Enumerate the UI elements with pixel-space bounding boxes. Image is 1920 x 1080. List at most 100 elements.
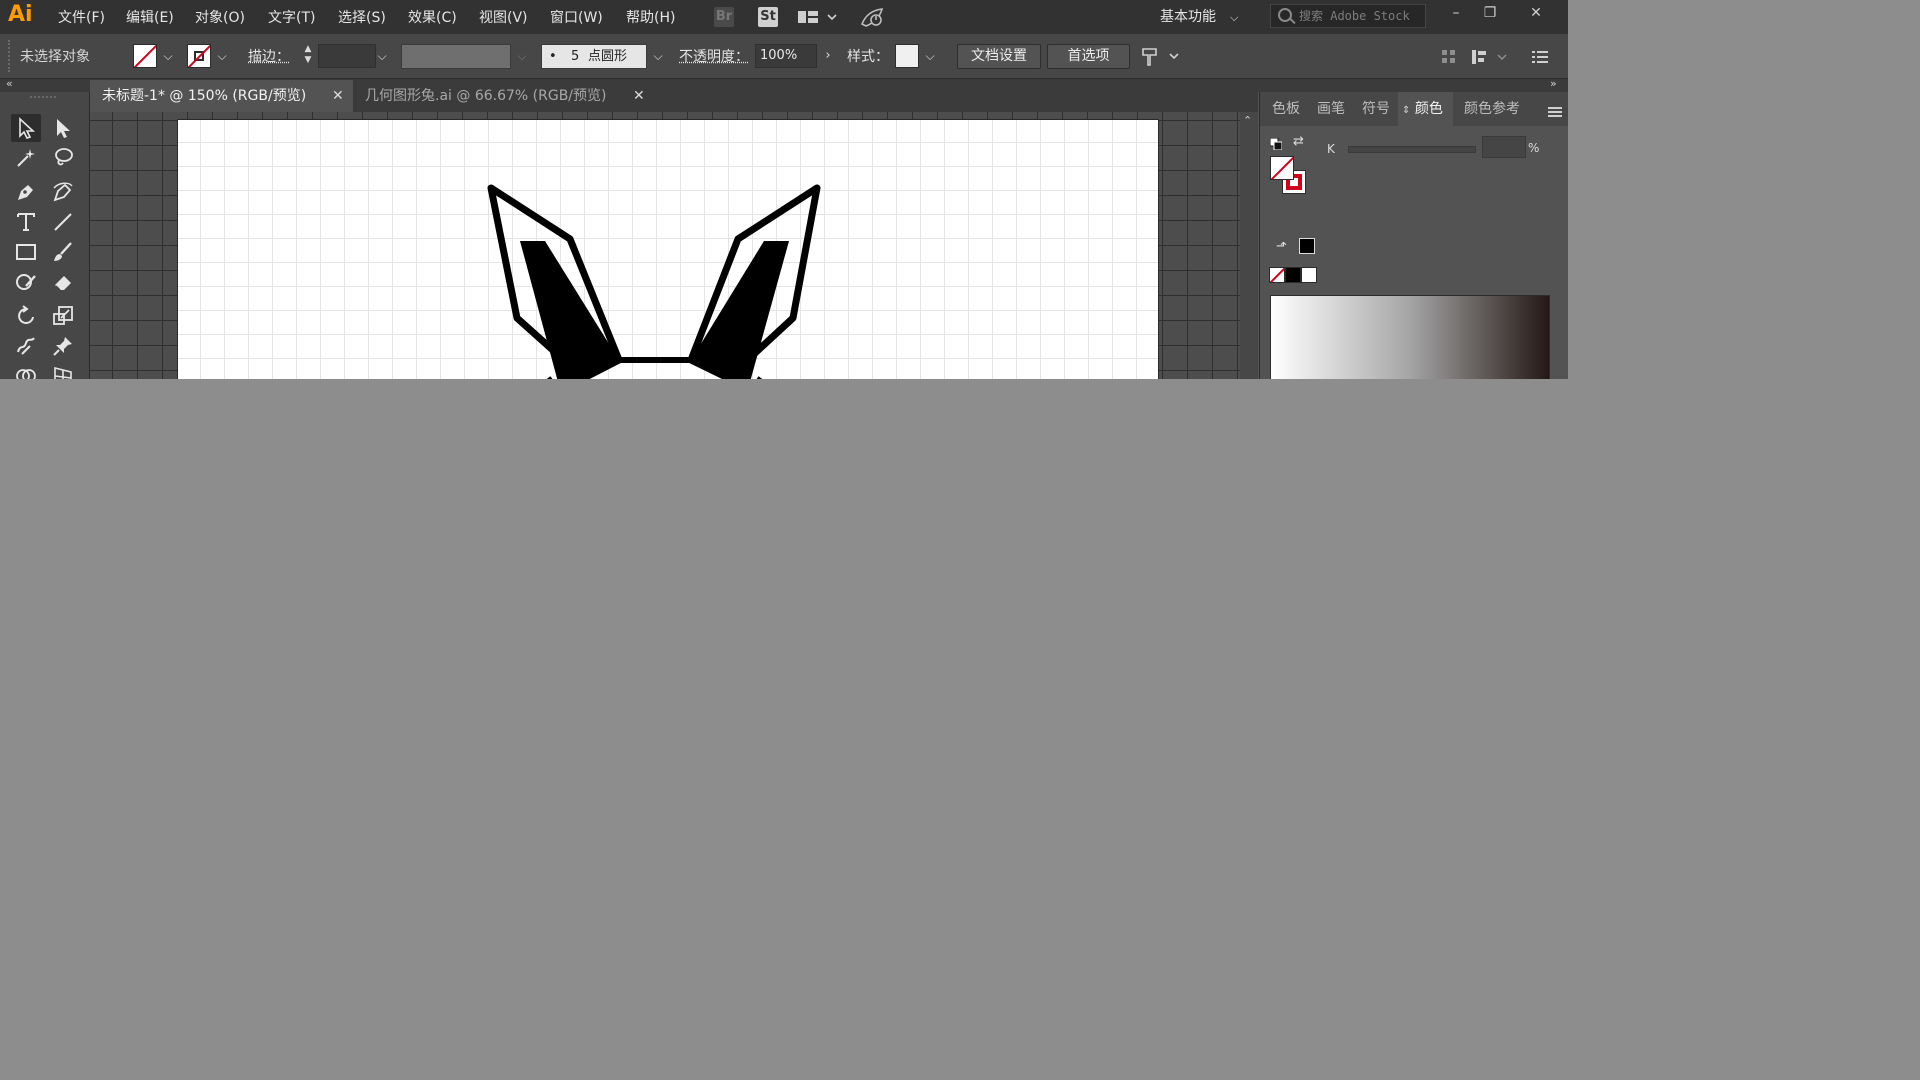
panel-menu-icon[interactable] bbox=[1530, 48, 1550, 66]
tab-swatches[interactable]: 色板 bbox=[1272, 92, 1300, 126]
stock-button[interactable]: St bbox=[758, 7, 778, 27]
tab-symbols[interactable]: 符号 bbox=[1362, 92, 1390, 126]
minimize-button[interactable]: – bbox=[1442, 2, 1470, 26]
menu-view[interactable]: 视图(V) bbox=[479, 7, 528, 27]
fill-none-swatch[interactable] bbox=[1270, 156, 1294, 180]
percent-label: % bbox=[1528, 141, 1540, 155]
stroke-weight-field[interactable] bbox=[318, 44, 376, 68]
bridge-button[interactable]: Br bbox=[714, 7, 734, 27]
tab-color-guide[interactable]: 颜色参考 bbox=[1464, 92, 1520, 126]
fill-swatch[interactable] bbox=[133, 44, 157, 68]
brush-definition[interactable]: • 5 点圆形 bbox=[541, 44, 647, 69]
shape-builder-tool[interactable] bbox=[11, 362, 41, 379]
arrange-documents-button[interactable] bbox=[798, 9, 838, 27]
collapse-left-icon[interactable]: « bbox=[6, 77, 13, 90]
menu-select[interactable]: 选择(S) bbox=[338, 7, 386, 27]
scale-tool[interactable] bbox=[48, 302, 78, 330]
tab-geometric-rabbit[interactable]: 几何图形兔.ai @ 66.67% (RGB/预览) ✕ bbox=[353, 80, 655, 112]
stroke-weight-chevron-icon[interactable]: ⌵ bbox=[374, 44, 390, 68]
opacity-field[interactable]: 100% bbox=[755, 44, 817, 68]
rocket-icon bbox=[860, 8, 884, 27]
panel-options-icon[interactable] bbox=[1548, 103, 1562, 117]
opacity-arrow-icon[interactable]: › bbox=[820, 44, 836, 68]
grip-handle[interactable] bbox=[8, 40, 14, 72]
pen-tool[interactable] bbox=[11, 178, 41, 206]
menu-object[interactable]: 对象(O) bbox=[195, 7, 245, 27]
scroll-up-icon[interactable]: ⌃ bbox=[1243, 114, 1252, 127]
warp-tool[interactable] bbox=[11, 332, 41, 360]
tab-untitled-1[interactable]: 未标题-1* @ 150% (RGB/预览) ✕ bbox=[90, 80, 353, 112]
menu-edit[interactable]: 编辑(E) bbox=[126, 7, 174, 27]
menu-window[interactable]: 窗口(W) bbox=[550, 7, 603, 27]
k-slider[interactable] bbox=[1348, 146, 1476, 153]
brush-chevron-icon[interactable]: ⌵ bbox=[650, 44, 666, 68]
restore-button[interactable]: ❐ bbox=[1476, 2, 1504, 26]
align-distribute-icon[interactable] bbox=[1470, 48, 1512, 66]
artboard[interactable] bbox=[178, 120, 1158, 379]
perspective-grid-tool[interactable] bbox=[48, 362, 78, 379]
close-tab-icon[interactable]: ✕ bbox=[633, 80, 645, 112]
stroke-square-icon bbox=[194, 51, 204, 61]
none-color-swatch[interactable] bbox=[1269, 267, 1285, 283]
menu-file[interactable]: 文件(F) bbox=[58, 7, 105, 27]
puppet-warp-tool[interactable] bbox=[48, 332, 78, 360]
graphic-style-swatch[interactable] bbox=[895, 44, 919, 68]
profile-chevron-icon[interactable]: ⌵ bbox=[514, 44, 530, 68]
pen-nib-icon bbox=[18, 185, 33, 200]
preferences-button[interactable]: 首选项 bbox=[1047, 44, 1130, 69]
k-value-field[interactable] bbox=[1482, 136, 1526, 158]
canvas-area[interactable] bbox=[90, 112, 1240, 379]
tab-brushes[interactable]: 画笔 bbox=[1317, 92, 1345, 126]
layout-grid-icon bbox=[798, 11, 837, 23]
stroke-dropdown-chevron-icon[interactable]: ⌵ bbox=[214, 44, 230, 68]
workspace-switcher[interactable]: 基本功能 ⌵ bbox=[1148, 4, 1248, 30]
stroke-stepper[interactable]: ▲ ▼ bbox=[300, 44, 316, 68]
menu-effect[interactable]: 效果(C) bbox=[408, 7, 457, 27]
shape-builder-icon bbox=[16, 369, 36, 379]
menu-type[interactable]: 文字(T) bbox=[268, 7, 315, 27]
stroke-label[interactable]: 描边： bbox=[248, 46, 290, 66]
curvature-tool[interactable] bbox=[48, 178, 78, 206]
fill-dropdown-chevron-icon[interactable]: ⌵ bbox=[160, 44, 176, 68]
menu-help[interactable]: 帮助(H) bbox=[626, 7, 675, 27]
document-setup-button[interactable]: 文档设置 bbox=[957, 44, 1041, 69]
tab-color[interactable]: ⇕ 颜色 bbox=[1398, 92, 1453, 126]
magic-wand-tool[interactable] bbox=[11, 144, 41, 172]
lasso-tool[interactable] bbox=[48, 144, 78, 172]
last-color-swatch[interactable] bbox=[1299, 238, 1315, 254]
arrange-grid-icon[interactable] bbox=[1440, 48, 1458, 66]
opacity-label[interactable]: 不透明度： bbox=[679, 46, 749, 66]
default-colors-icon[interactable] bbox=[1269, 135, 1283, 151]
gpu-performance-button[interactable] bbox=[858, 6, 886, 28]
white-swatch[interactable] bbox=[1301, 267, 1317, 283]
rectangle-icon bbox=[16, 244, 36, 260]
stock-search-input[interactable]: 搜索 Adobe Stock bbox=[1270, 4, 1426, 28]
toolbar-grip[interactable] bbox=[30, 96, 56, 102]
fill-stroke-indicator[interactable] bbox=[1270, 156, 1310, 196]
vertical-scrollbar[interactable]: ⌃ bbox=[1240, 112, 1258, 379]
app-logo: Ai bbox=[8, 2, 33, 27]
none-slash-icon bbox=[1270, 268, 1284, 282]
stroke-swatch[interactable] bbox=[187, 44, 211, 68]
align-options-button[interactable] bbox=[1140, 46, 1182, 68]
variable-width-profile[interactable] bbox=[401, 44, 511, 69]
swap-colors-icon[interactable]: ⇄ bbox=[1293, 134, 1307, 149]
close-tab-icon[interactable]: ✕ bbox=[332, 80, 344, 112]
collapse-right-icon[interactable]: » bbox=[1550, 77, 1557, 90]
close-window-button[interactable]: ✕ bbox=[1522, 2, 1550, 26]
type-tool[interactable] bbox=[11, 208, 41, 236]
rotate-tool[interactable] bbox=[11, 302, 41, 330]
out-of-gamut-icon[interactable]: ⬏ bbox=[1276, 239, 1287, 254]
paintbrush-tool[interactable] bbox=[48, 238, 78, 266]
eraser-tool[interactable] bbox=[48, 268, 78, 296]
rectangle-tool[interactable] bbox=[11, 238, 41, 266]
selection-tool[interactable] bbox=[11, 114, 41, 142]
black-swatch[interactable] bbox=[1285, 267, 1301, 283]
line-segment-tool[interactable] bbox=[48, 208, 78, 236]
rabbit-ears-artwork[interactable] bbox=[178, 120, 1158, 379]
style-chevron-icon[interactable]: ⌵ bbox=[922, 44, 938, 68]
arrow-pointer-icon bbox=[19, 117, 36, 139]
direct-selection-tool[interactable] bbox=[48, 114, 78, 142]
shaper-tool[interactable] bbox=[11, 268, 41, 296]
color-spectrum-ramp[interactable] bbox=[1270, 295, 1550, 379]
